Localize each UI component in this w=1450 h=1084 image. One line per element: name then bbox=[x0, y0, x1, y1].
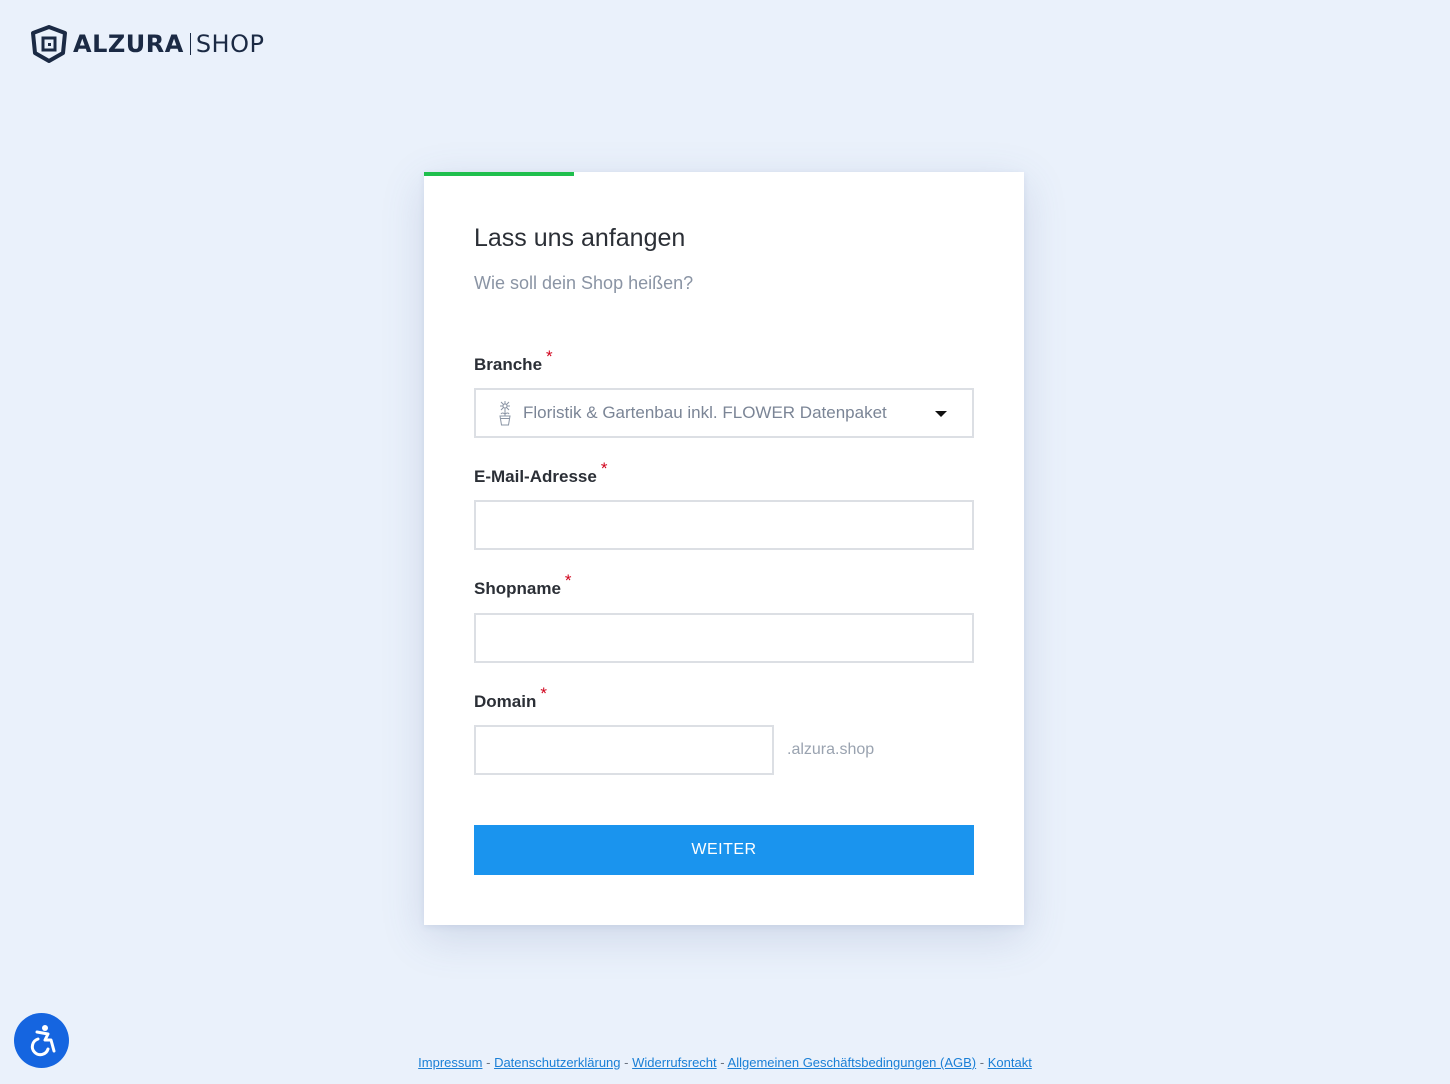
logo-product: SHOP bbox=[195, 30, 265, 58]
email-label: E-Mail-Adresse * bbox=[474, 459, 607, 487]
required-marker: * bbox=[546, 347, 553, 366]
email-label-text: E-Mail-Adresse bbox=[474, 467, 597, 486]
flower-pot-icon bbox=[499, 401, 511, 426]
alzura-shop-logo[interactable]: ALZURA SHOP bbox=[29, 25, 264, 63]
alzura-shield-icon bbox=[31, 25, 67, 63]
footer-links: Impressum - Datenschutzerklärung - Wider… bbox=[0, 1055, 1450, 1070]
card-subtitle: Wie soll dein Shop heißen? bbox=[474, 273, 694, 293]
progress-bar-fill bbox=[424, 172, 574, 176]
required-marker: * bbox=[540, 684, 547, 703]
branche-selected-value: Floristik & Gartenbau inkl. FLOWER Daten… bbox=[523, 403, 887, 422]
signup-card: Lass uns anfangen Wie soll dein Shop hei… bbox=[424, 172, 1024, 925]
wheelchair-icon bbox=[30, 1024, 55, 1056]
domain-suffix: .alzura.shop bbox=[787, 741, 875, 758]
branche-select[interactable]: Floristik & Gartenbau inkl. FLOWER Daten… bbox=[474, 388, 974, 438]
progress-bar bbox=[424, 172, 1024, 176]
footer-separator: - bbox=[979, 1055, 985, 1070]
chevron-down-icon bbox=[935, 411, 947, 417]
footer-link-agb[interactable]: Allgemeinen Geschäftsbedingungen (AGB) bbox=[728, 1055, 977, 1070]
required-marker: * bbox=[600, 459, 608, 478]
logo-separator bbox=[189, 33, 191, 55]
footer-link-widerrufsrecht[interactable]: Widerrufsrecht bbox=[632, 1055, 717, 1070]
weiter-button[interactable]: WEITER bbox=[474, 825, 974, 875]
branche-label: Branche * bbox=[474, 347, 553, 375]
footer-link-kontakt[interactable]: Kontakt bbox=[988, 1055, 1032, 1070]
email-field[interactable] bbox=[474, 500, 974, 550]
page: ALZURA SHOP Lass uns anfangen Wie soll d… bbox=[0, 0, 1450, 1084]
footer-separator: - bbox=[624, 1055, 629, 1070]
domain-field[interactable] bbox=[474, 725, 774, 775]
branche-label-text: Branche bbox=[474, 355, 543, 374]
footer-separator: - bbox=[720, 1055, 725, 1070]
card-title: Lass uns anfangen bbox=[474, 224, 686, 252]
shopname-label: Shopname * bbox=[474, 571, 572, 599]
shopname-field[interactable] bbox=[474, 613, 974, 663]
footer-separator: - bbox=[486, 1055, 491, 1070]
footer-link-datenschutz[interactable]: Datenschutzerklärung bbox=[494, 1055, 620, 1070]
required-marker: * bbox=[564, 571, 572, 590]
domain-label-text: Domain bbox=[474, 692, 537, 711]
footer-link-impressum[interactable]: Impressum bbox=[418, 1055, 482, 1070]
shopname-label-text: Shopname bbox=[474, 579, 561, 598]
logo-brand: ALZURA bbox=[73, 30, 184, 58]
domain-label: Domain * bbox=[474, 684, 547, 712]
